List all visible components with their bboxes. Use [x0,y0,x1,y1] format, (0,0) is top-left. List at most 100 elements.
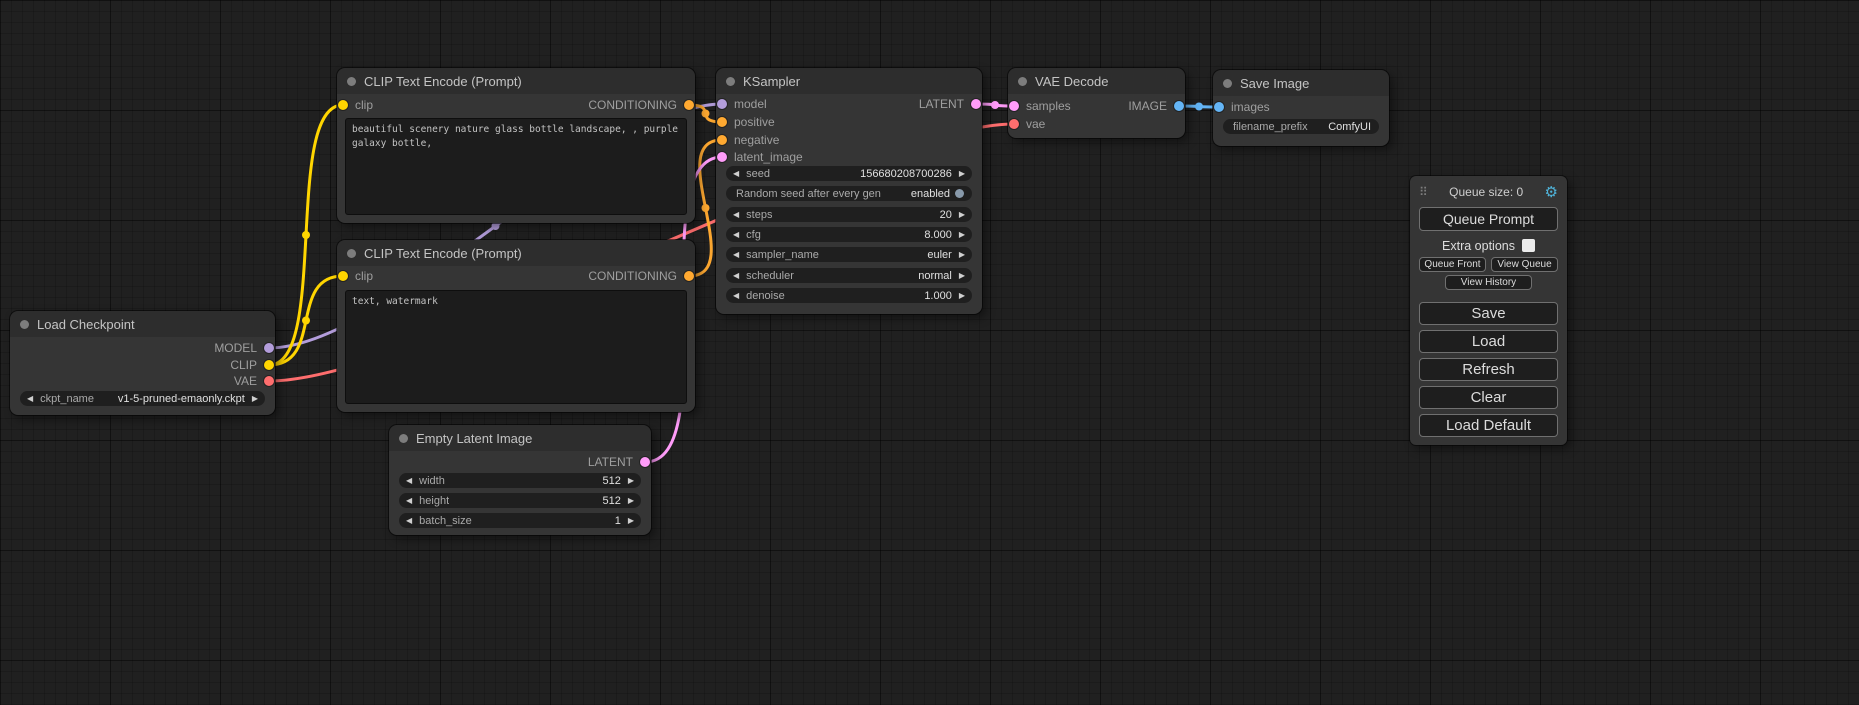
input-slot-negative[interactable]: negative [717,133,779,147]
node-load-checkpoint[interactable]: Load Checkpoint MODEL CLIP VAE ◀ ckpt_na… [10,311,275,415]
model-input-dot[interactable] [717,99,727,109]
input-slot-images[interactable]: images [1214,100,1270,114]
toggle-indicator[interactable] [955,189,964,198]
decrement-arrow-icon[interactable]: ◀ [726,292,746,300]
latent-output-dot[interactable] [640,457,650,467]
conditioning-output-dot[interactable] [684,100,694,110]
increment-arrow-icon[interactable]: ▶ [952,272,972,280]
increment-arrow-icon[interactable]: ▶ [952,231,972,239]
decrement-arrow-icon[interactable]: ◀ [399,497,419,505]
conditioning-output-dot[interactable] [684,271,694,281]
increment-arrow-icon[interactable]: ▶ [952,292,972,300]
positive-input-dot[interactable] [717,117,727,127]
output-slot-conditioning[interactable]: CONDITIONING [588,98,694,112]
decrement-arrow-icon[interactable]: ◀ [726,211,746,219]
queue-prompt-button[interactable]: Queue Prompt [1419,207,1558,231]
increment-arrow-icon[interactable]: ▶ [621,477,641,485]
decrement-arrow-icon[interactable]: ◀ [726,170,746,178]
increment-arrow-icon[interactable]: ▶ [245,395,265,403]
increment-arrow-icon[interactable]: ▶ [952,251,972,259]
output-slot-latent[interactable]: LATENT [588,455,650,469]
collapse-dot[interactable] [347,77,356,86]
extra-options-checkbox[interactable] [1522,239,1535,252]
load-button[interactable]: Load [1419,330,1558,353]
model-output-dot[interactable] [264,343,274,353]
node-save-image[interactable]: Save Image images filename_prefix ComfyU… [1213,70,1389,146]
queue-front-button[interactable]: Queue Front [1419,257,1486,272]
node-clip-text-encode-negative[interactable]: CLIP Text Encode (Prompt) clip CONDITION… [337,240,695,412]
samples-input-dot[interactable] [1009,101,1019,111]
output-slot-clip[interactable]: CLIP [230,358,274,372]
input-slot-samples[interactable]: samples [1009,99,1071,113]
widget-random-seed[interactable]: Random seed after every gen enabled [726,186,972,201]
decrement-arrow-icon[interactable]: ◀ [399,517,419,525]
widget-scheduler[interactable]: ◀ scheduler normal ▶ [726,268,972,283]
widget-value: 1 [607,515,621,527]
positive-prompt-textarea[interactable]: beautiful scenery nature glass bottle la… [345,118,687,215]
widget-sampler-name[interactable]: ◀ sampler_name euler ▶ [726,247,972,262]
increment-arrow-icon[interactable]: ▶ [952,211,972,219]
widget-height[interactable]: ◀ height 512 ▶ [399,493,641,508]
input-slot-latent-image[interactable]: latent_image [717,150,803,164]
vae-input-dot[interactable] [1009,119,1019,129]
output-slot-image[interactable]: IMAGE [1128,99,1184,113]
output-slot-model[interactable]: MODEL [214,341,274,355]
widget-seed[interactable]: ◀ seed 156680208700286 ▶ [726,166,972,181]
vae-output-dot[interactable] [264,376,274,386]
node-graph-canvas[interactable]: Load Checkpoint MODEL CLIP VAE ◀ ckpt_na… [0,0,1859,705]
clip-input-dot[interactable] [338,271,348,281]
latent-output-dot[interactable] [971,99,981,109]
node-clip-text-encode-positive[interactable]: CLIP Text Encode (Prompt) clip CONDITION… [337,68,695,223]
settings-gear-icon[interactable]: ⚙ [1545,185,1558,200]
input-slot-clip[interactable]: clip [338,269,373,283]
view-queue-button[interactable]: View Queue [1491,257,1558,272]
collapse-dot[interactable] [726,77,735,86]
queue-menu-panel[interactable]: ⠿ Queue size: 0 ⚙ Queue Prompt Extra opt… [1410,176,1567,445]
widget-ckpt-name[interactable]: ◀ ckpt_name v1-5-pruned-emaonly.ckpt ▶ [20,391,265,406]
node-vae-decode[interactable]: VAE Decode samples vae IMAGE [1008,68,1185,138]
image-output-dot[interactable] [1174,101,1184,111]
input-slot-clip[interactable]: clip [338,98,373,112]
latent-image-input-dot[interactable] [717,152,727,162]
collapse-dot[interactable] [347,249,356,258]
negative-prompt-textarea[interactable]: text, watermark [345,290,687,404]
collapse-dot[interactable] [1018,77,1027,86]
increment-arrow-icon[interactable]: ▶ [621,517,641,525]
load-default-button[interactable]: Load Default [1419,414,1558,437]
input-slot-model[interactable]: model [717,97,767,111]
widget-denoise[interactable]: ◀ denoise 1.000 ▶ [726,288,972,303]
input-slot-vae[interactable]: vae [1009,117,1045,131]
node-title-bar: VAE Decode [1008,68,1185,94]
view-history-button[interactable]: View History [1445,275,1531,290]
input-slot-positive[interactable]: positive [717,115,775,129]
increment-arrow-icon[interactable]: ▶ [621,497,641,505]
negative-input-dot[interactable] [717,135,727,145]
decrement-arrow-icon[interactable]: ◀ [726,251,746,259]
node-ksampler[interactable]: KSampler model positive negative latent_… [716,68,982,314]
node-empty-latent-image[interactable]: Empty Latent Image LATENT ◀ width 512 ▶ … [389,425,651,535]
refresh-button[interactable]: Refresh [1419,358,1558,381]
increment-arrow-icon[interactable]: ▶ [952,170,972,178]
link-midpoint-dot [302,317,310,325]
output-slot-conditioning[interactable]: CONDITIONING [588,269,694,283]
clear-button[interactable]: Clear [1419,386,1558,409]
widget-cfg[interactable]: ◀ cfg 8.000 ▶ [726,227,972,242]
save-button[interactable]: Save [1419,302,1558,325]
widget-steps[interactable]: ◀ steps 20 ▶ [726,207,972,222]
decrement-arrow-icon[interactable]: ◀ [20,395,40,403]
clip-input-dot[interactable] [338,100,348,110]
output-slot-vae[interactable]: VAE [234,374,274,388]
menu-drag-handle[interactable]: ⠿ [1419,185,1428,199]
images-input-dot[interactable] [1214,102,1224,112]
widget-width[interactable]: ◀ width 512 ▶ [399,473,641,488]
collapse-dot[interactable] [20,320,29,329]
decrement-arrow-icon[interactable]: ◀ [399,477,419,485]
collapse-dot[interactable] [399,434,408,443]
decrement-arrow-icon[interactable]: ◀ [726,272,746,280]
widget-batch-size[interactable]: ◀ batch_size 1 ▶ [399,513,641,528]
decrement-arrow-icon[interactable]: ◀ [726,231,746,239]
collapse-dot[interactable] [1223,79,1232,88]
widget-filename-prefix[interactable]: filename_prefix ComfyUI [1223,119,1379,134]
output-slot-latent[interactable]: LATENT [919,97,981,111]
clip-output-dot[interactable] [264,360,274,370]
